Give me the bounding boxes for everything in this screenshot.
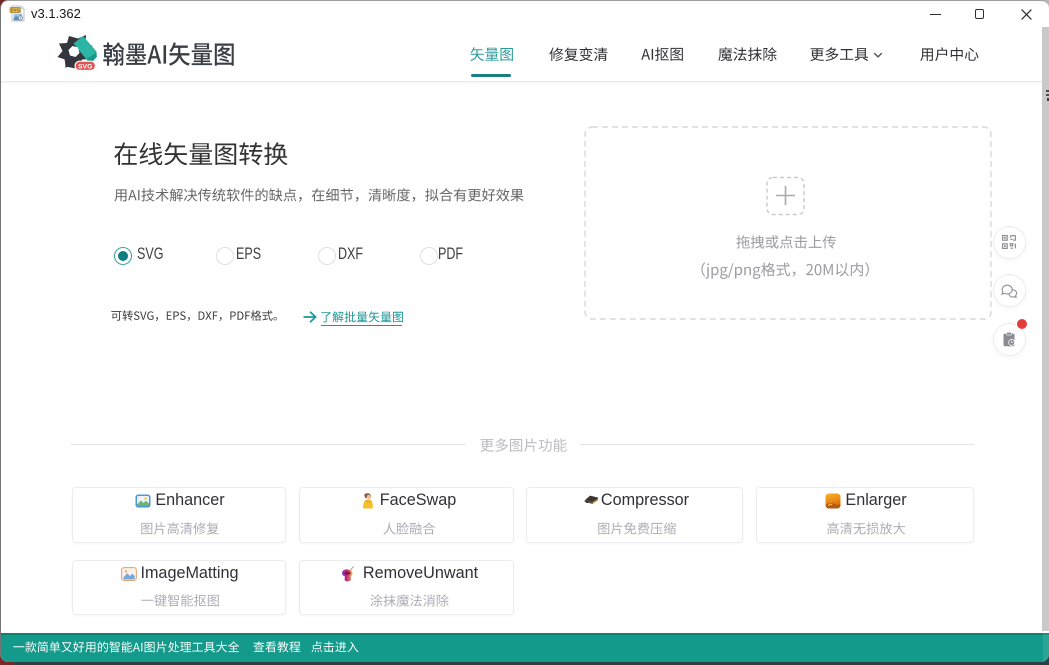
svg-text:SVG: SVG	[78, 63, 92, 70]
svg-text:SVG: SVG	[10, 8, 20, 13]
